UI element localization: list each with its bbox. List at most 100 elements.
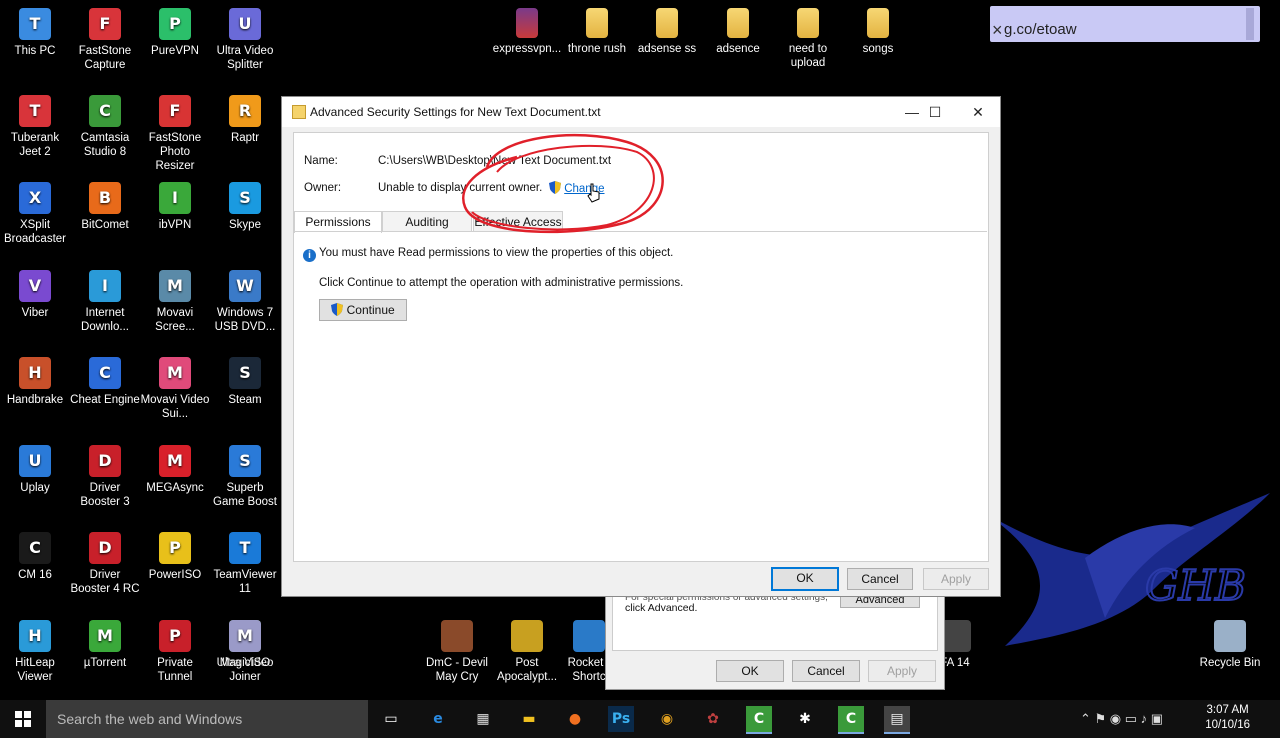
desktop-icon[interactable]: D Driver Booster 3 xyxy=(70,445,140,509)
desktop-icon[interactable]: R Raptr xyxy=(210,95,280,145)
idm-icon: I xyxy=(89,270,121,302)
desktop-icon[interactable]: P Private Tunnel xyxy=(140,620,210,684)
back-apply-button[interactable]: Apply xyxy=(868,660,936,682)
desktop-icon[interactable]: T Tuberank Jeet 2 xyxy=(0,95,70,159)
desktop-icon-label: Ultra Video Splitter xyxy=(216,45,274,71)
desktop-icon[interactable]: IibVPN xyxy=(140,182,210,232)
desktop-icon-label: Steam xyxy=(228,394,262,406)
dialog-title: Advanced Security Settings for New Text … xyxy=(310,105,601,119)
folder-icon xyxy=(797,8,819,38)
cancel-button[interactable]: Cancel xyxy=(847,568,913,590)
desktop-icon-label: XSplit Broadcaster xyxy=(3,219,66,245)
desktop-file[interactable]: songs xyxy=(843,8,913,56)
desktop-icon-label: Camtasia Studio 8 xyxy=(80,132,130,158)
store-icon[interactable]: ▦ xyxy=(470,706,496,732)
maximize-button[interactable]: ☐ xyxy=(913,99,957,125)
desktop-icon-label: Private Tunnel xyxy=(157,657,193,683)
search-input[interactable]: Search the web and Windows xyxy=(46,700,368,738)
desktop-icon[interactable]: Post Apocalypt... xyxy=(492,620,562,684)
background-permissions-dialog: For special permissions or advanced sett… xyxy=(605,590,945,690)
desktop-icon-label: Tuberank Jeet 2 xyxy=(10,132,60,158)
app-icon[interactable]: ✿ xyxy=(700,706,726,732)
tab-permissions[interactable]: Permissions xyxy=(294,211,382,233)
file-explorer-icon[interactable]: ▬ xyxy=(516,706,542,732)
desktop-icon[interactable]: M MagicISO xyxy=(210,620,280,670)
close-button[interactable]: ✕ xyxy=(956,99,1000,125)
desktop-file[interactable]: adsence xyxy=(703,8,773,56)
notepad-taskbar-icon[interactable]: ▤ xyxy=(884,706,910,734)
advanced-hint-line2: click Advanced. xyxy=(625,602,698,614)
desktop-file[interactable]: expressvpn... xyxy=(492,8,562,56)
desktop-icon[interactable]: C CM 16 xyxy=(0,532,70,582)
desktop-file-label: adsence xyxy=(716,43,760,55)
desktop-icon[interactable]: F FastStone Capture xyxy=(70,8,140,72)
desktop-icon[interactable]: T This PC xyxy=(0,8,70,58)
task-view-icon[interactable]: ▭ xyxy=(378,706,404,732)
desktop-icon[interactable]: D Driver Booster 4 RC xyxy=(70,532,140,596)
scrollbar[interactable] xyxy=(1246,8,1254,40)
archive-icon xyxy=(516,8,538,38)
desktop-icon-label: Internet Downlo... xyxy=(81,307,129,333)
desktop-icon[interactable]: S Steam xyxy=(210,357,280,407)
desktop-file[interactable]: throne rush xyxy=(562,8,632,56)
desktop-file-label: throne rush xyxy=(567,43,627,55)
desktop-icon-label: Driver Booster 4 RC xyxy=(70,569,140,595)
desktop-icon[interactable]: F FastStone Photo Resizer xyxy=(140,95,210,173)
desktop-icon-label: Superb Game Boost xyxy=(213,482,277,508)
desktop-icon[interactable]: U Uplay xyxy=(0,445,70,495)
desktop-icon[interactable]: B BitComet xyxy=(70,182,140,232)
desktop-icon[interactable]: M Movavi Video Sui... xyxy=(140,357,210,421)
desktop-icon[interactable]: S Superb Game Boost xyxy=(210,445,280,509)
desktop-icon[interactable]: I Internet Downlo... xyxy=(70,270,140,334)
desktop-file[interactable]: need to upload xyxy=(773,8,843,70)
camtasia-taskbar-icon[interactable]: C xyxy=(746,706,772,734)
close-icon[interactable]: × xyxy=(992,20,1003,41)
desktop-icon[interactable]: V Viber xyxy=(0,270,70,320)
apply-button[interactable]: Apply xyxy=(923,568,989,590)
folder-icon xyxy=(656,8,678,38)
desktop-icon[interactable]: P PowerISO xyxy=(140,532,210,582)
title-bar[interactable]: Advanced Security Settings for New Text … xyxy=(282,97,1000,127)
desktop-icon[interactable]: C Cheat Engine xyxy=(70,357,140,407)
start-button[interactable] xyxy=(0,700,46,738)
desktop-icon[interactable]: T TeamViewer 11 xyxy=(210,532,280,596)
desktop-icon-label: Uplay xyxy=(20,482,50,494)
desktop-icon[interactable]: H Handbrake xyxy=(0,357,70,407)
faststone-capture-icon: F xyxy=(89,8,121,40)
desktop-icon[interactable]: S Skype xyxy=(210,182,280,232)
ok-button[interactable]: OK xyxy=(771,567,839,591)
desktop-icon[interactable]: H HitLeap Viewer xyxy=(0,620,70,684)
desktop-icon[interactable]: M Movavi Scree... xyxy=(140,270,210,334)
desktop-icon[interactable]: ΜµTorrent xyxy=(70,620,140,670)
back-ok-button[interactable]: OK xyxy=(716,660,784,682)
ibvpn-icon: I xyxy=(159,182,191,214)
desktop-icon[interactable]: U Ultra Video Splitter xyxy=(210,8,280,72)
clock[interactable]: 3:07 AM 10/10/16 xyxy=(1205,703,1250,733)
desktop-icon[interactable]: DmC - Devil May Cry xyxy=(422,620,492,684)
desktop-icon[interactable]: M MEGAsync xyxy=(140,445,210,495)
tray-icons[interactable]: ⌃ ⚑ ◉ ▭ ♪ ▣ xyxy=(1080,700,1163,738)
photoshop-icon[interactable]: Ps xyxy=(608,706,634,732)
desktop-icon[interactable]: C Camtasia Studio 8 xyxy=(70,95,140,159)
teamviewer-icon: T xyxy=(229,532,261,564)
uplay-icon: U xyxy=(19,445,51,477)
document-icon xyxy=(292,105,306,119)
pam-icon xyxy=(511,620,543,652)
firefox-icon[interactable]: ● xyxy=(562,706,588,732)
chrome-icon[interactable]: ◉ xyxy=(654,706,680,732)
tuberank-icon: T xyxy=(19,95,51,127)
desktop-icon[interactable]: P PureVPN xyxy=(140,8,210,58)
desktop-file[interactable]: adsense ss xyxy=(632,8,702,56)
bluetooth-icon[interactable]: ✱ xyxy=(792,706,818,732)
desktop-icon-label: µTorrent xyxy=(83,657,127,669)
desktop-icon[interactable]: X XSplit Broadcaster xyxy=(0,182,70,246)
desktop-icon[interactable]: W Windows 7 USB DVD... xyxy=(210,270,280,334)
url-overlay[interactable]: × g.co/etoaw xyxy=(990,6,1260,42)
camtasia-recorder-icon[interactable]: C xyxy=(838,706,864,734)
poweriso-icon: P xyxy=(159,532,191,564)
edge-icon[interactable]: e xyxy=(425,706,451,732)
continue-button[interactable]: Continue xyxy=(319,299,407,321)
cheat-engine-icon: C xyxy=(89,357,121,389)
taskbar: Search the web and Windows ▭ e ▦ ▬ ● Ps … xyxy=(0,700,1280,738)
back-cancel-button[interactable]: Cancel xyxy=(792,660,860,682)
